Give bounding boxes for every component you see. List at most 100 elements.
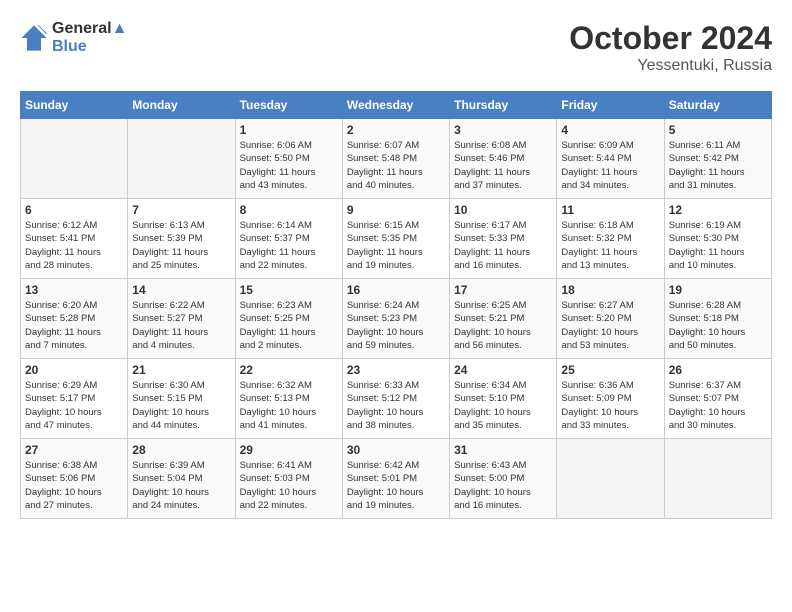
calendar-cell: 25 Sunrise: 6:36 AM Sunset: 5:09 PM Dayli… [557, 359, 664, 439]
month-title: October 2024 [569, 20, 772, 57]
calendar-cell: 5 Sunrise: 6:11 AM Sunset: 5:42 PM Daylig… [664, 119, 771, 199]
day-number: 20 [25, 363, 123, 377]
location: Yessentuki, Russia [569, 57, 772, 75]
day-info: Sunrise: 6:27 AM Sunset: 5:20 PM Dayligh… [561, 299, 659, 352]
day-number: 9 [347, 203, 445, 217]
day-info: Sunrise: 6:12 AM Sunset: 5:41 PM Dayligh… [25, 219, 123, 272]
logo: General▲ Blue [20, 20, 127, 56]
day-info: Sunrise: 6:19 AM Sunset: 5:30 PM Dayligh… [669, 219, 767, 272]
logo-text-blue: Blue [52, 38, 127, 56]
col-header-sunday: Sunday [21, 92, 128, 119]
day-info: Sunrise: 6:18 AM Sunset: 5:32 PM Dayligh… [561, 219, 659, 272]
day-info: Sunrise: 6:11 AM Sunset: 5:42 PM Dayligh… [669, 139, 767, 192]
day-info: Sunrise: 6:13 AM Sunset: 5:39 PM Dayligh… [132, 219, 230, 272]
calendar-cell: 16 Sunrise: 6:24 AM Sunset: 5:23 PM Dayli… [342, 279, 449, 359]
day-info: Sunrise: 6:06 AM Sunset: 5:50 PM Dayligh… [240, 139, 338, 192]
calendar-cell: 2 Sunrise: 6:07 AM Sunset: 5:48 PM Daylig… [342, 119, 449, 199]
col-header-saturday: Saturday [664, 92, 771, 119]
calendar-cell: 28 Sunrise: 6:39 AM Sunset: 5:04 PM Dayli… [128, 439, 235, 519]
calendar-week-row: 20 Sunrise: 6:29 AM Sunset: 5:17 PM Dayli… [21, 359, 772, 439]
calendar-cell: 9Sunrise: 6:15 AM Sunset: 5:35 PM Daylig… [342, 199, 449, 279]
col-header-tuesday: Tuesday [235, 92, 342, 119]
day-number: 22 [240, 363, 338, 377]
calendar-cell [664, 439, 771, 519]
day-info: Sunrise: 6:17 AM Sunset: 5:33 PM Dayligh… [454, 219, 552, 272]
calendar-cell [128, 119, 235, 199]
day-number: 19 [669, 283, 767, 297]
calendar-cell: 30 Sunrise: 6:42 AM Sunset: 5:01 PM Dayli… [342, 439, 449, 519]
day-number: 21 [132, 363, 230, 377]
day-number: 10 [454, 203, 552, 217]
calendar-cell: 4 Sunrise: 6:09 AM Sunset: 5:44 PM Daylig… [557, 119, 664, 199]
calendar-cell: 27 Sunrise: 6:38 AM Sunset: 5:06 PM Dayli… [21, 439, 128, 519]
day-info: Sunrise: 6:38 AM Sunset: 5:06 PM Dayligh… [25, 459, 123, 512]
calendar-cell: 31Sunrise: 6:43 AM Sunset: 5:00 PM Dayli… [450, 439, 557, 519]
col-header-thursday: Thursday [450, 92, 557, 119]
day-number: 2 [347, 123, 445, 137]
day-number: 16 [347, 283, 445, 297]
day-number: 4 [561, 123, 659, 137]
calendar-week-row: 6 Sunrise: 6:12 AM Sunset: 5:41 PM Daylig… [21, 199, 772, 279]
calendar-cell: 26 Sunrise: 6:37 AM Sunset: 5:07 PM Dayli… [664, 359, 771, 439]
day-info: Sunrise: 6:07 AM Sunset: 5:48 PM Dayligh… [347, 139, 445, 192]
day-info: Sunrise: 6:33 AM Sunset: 5:12 PM Dayligh… [347, 379, 445, 432]
calendar-week-row: 27 Sunrise: 6:38 AM Sunset: 5:06 PM Dayli… [21, 439, 772, 519]
day-number: 8 [240, 203, 338, 217]
calendar-cell: 7 Sunrise: 6:13 AM Sunset: 5:39 PM Daylig… [128, 199, 235, 279]
day-info: Sunrise: 6:24 AM Sunset: 5:23 PM Dayligh… [347, 299, 445, 352]
day-info: Sunrise: 6:37 AM Sunset: 5:07 PM Dayligh… [669, 379, 767, 432]
calendar-cell: 3 Sunrise: 6:08 AM Sunset: 5:46 PM Daylig… [450, 119, 557, 199]
day-info: Sunrise: 6:30 AM Sunset: 5:15 PM Dayligh… [132, 379, 230, 432]
calendar-cell: 23Sunrise: 6:33 AM Sunset: 5:12 PM Dayli… [342, 359, 449, 439]
day-number: 18 [561, 283, 659, 297]
logo-text-general: General▲ [52, 20, 127, 38]
day-info: Sunrise: 6:09 AM Sunset: 5:44 PM Dayligh… [561, 139, 659, 192]
calendar-cell: 10 Sunrise: 6:17 AM Sunset: 5:33 PM Dayli… [450, 199, 557, 279]
day-number: 3 [454, 123, 552, 137]
day-info: Sunrise: 6:28 AM Sunset: 5:18 PM Dayligh… [669, 299, 767, 352]
calendar-cell: 11 Sunrise: 6:18 AM Sunset: 5:32 PM Dayli… [557, 199, 664, 279]
calendar-header-row: SundayMondayTuesdayWednesdayThursdayFrid… [21, 92, 772, 119]
day-number: 26 [669, 363, 767, 377]
calendar-table: SundayMondayTuesdayWednesdayThursdayFrid… [20, 91, 772, 519]
calendar-cell: 22 Sunrise: 6:32 AM Sunset: 5:13 PM Dayli… [235, 359, 342, 439]
day-info: Sunrise: 6:20 AM Sunset: 5:28 PM Dayligh… [25, 299, 123, 352]
day-number: 30 [347, 443, 445, 457]
calendar-cell: 17 Sunrise: 6:25 AM Sunset: 5:21 PM Dayli… [450, 279, 557, 359]
calendar-cell: 19 Sunrise: 6:28 AM Sunset: 5:18 PM Dayli… [664, 279, 771, 359]
day-info: Sunrise: 6:25 AM Sunset: 5:21 PM Dayligh… [454, 299, 552, 352]
day-number: 11 [561, 203, 659, 217]
day-info: Sunrise: 6:23 AM Sunset: 5:25 PM Dayligh… [240, 299, 338, 352]
calendar-week-row: 1 Sunrise: 6:06 AM Sunset: 5:50 PM Daylig… [21, 119, 772, 199]
day-number: 27 [25, 443, 123, 457]
day-number: 25 [561, 363, 659, 377]
day-number: 6 [25, 203, 123, 217]
day-number: 12 [669, 203, 767, 217]
day-info: Sunrise: 6:39 AM Sunset: 5:04 PM Dayligh… [132, 459, 230, 512]
day-number: 1 [240, 123, 338, 137]
day-number: 28 [132, 443, 230, 457]
day-number: 29 [240, 443, 338, 457]
day-info: Sunrise: 6:08 AM Sunset: 5:46 PM Dayligh… [454, 139, 552, 192]
day-number: 5 [669, 123, 767, 137]
calendar-cell: 6 Sunrise: 6:12 AM Sunset: 5:41 PM Daylig… [21, 199, 128, 279]
calendar-week-row: 13 Sunrise: 6:20 AM Sunset: 5:28 PM Dayli… [21, 279, 772, 359]
day-info: Sunrise: 6:29 AM Sunset: 5:17 PM Dayligh… [25, 379, 123, 432]
calendar-cell: 8 Sunrise: 6:14 AM Sunset: 5:37 PM Daylig… [235, 199, 342, 279]
calendar-cell [21, 119, 128, 199]
day-info: Sunrise: 6:42 AM Sunset: 5:01 PM Dayligh… [347, 459, 445, 512]
day-number: 15 [240, 283, 338, 297]
col-header-friday: Friday [557, 92, 664, 119]
day-info: Sunrise: 6:14 AM Sunset: 5:37 PM Dayligh… [240, 219, 338, 272]
calendar-cell: 18 Sunrise: 6:27 AM Sunset: 5:20 PM Dayli… [557, 279, 664, 359]
day-number: 13 [25, 283, 123, 297]
calendar-cell: 14Sunrise: 6:22 AM Sunset: 5:27 PM Dayli… [128, 279, 235, 359]
day-info: Sunrise: 6:32 AM Sunset: 5:13 PM Dayligh… [240, 379, 338, 432]
calendar-cell: 1 Sunrise: 6:06 AM Sunset: 5:50 PM Daylig… [235, 119, 342, 199]
calendar-cell: 29 Sunrise: 6:41 AM Sunset: 5:03 PM Dayli… [235, 439, 342, 519]
day-number: 14 [132, 283, 230, 297]
day-number: 7 [132, 203, 230, 217]
day-info: Sunrise: 6:41 AM Sunset: 5:03 PM Dayligh… [240, 459, 338, 512]
day-info: Sunrise: 6:36 AM Sunset: 5:09 PM Dayligh… [561, 379, 659, 432]
day-number: 17 [454, 283, 552, 297]
